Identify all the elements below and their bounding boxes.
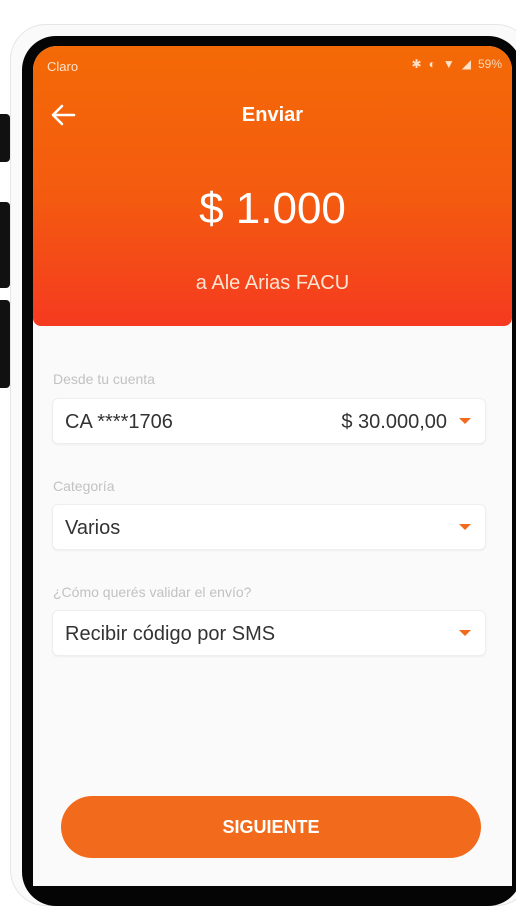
page-title: Enviar xyxy=(241,104,304,126)
status-icons: ✱ ◐ ▼ ◢ 59% xyxy=(412,57,502,71)
category-label: Categoría xyxy=(53,478,115,494)
data-saver-icon: ◐ xyxy=(428,57,436,71)
recipient-name: a Ale Arias FACU xyxy=(195,272,350,294)
bluetooth-icon: ✱ xyxy=(411,57,422,71)
wifi-icon: ▼ xyxy=(442,57,455,71)
battery-level: 59% xyxy=(477,57,502,71)
validation-select[interactable]: Recibir código por SMS xyxy=(52,610,486,656)
send-header: Claro ✱ ◐ ▼ ◢ 59% Enviar $ 1.000 a Ale A… xyxy=(33,46,512,326)
chevron-down-icon xyxy=(459,418,471,424)
chevron-down-icon xyxy=(459,630,471,636)
account-label: Desde tu cuenta xyxy=(53,371,155,387)
carrier-label: Claro xyxy=(47,59,79,74)
transfer-amount: $ 1.000 xyxy=(199,184,346,233)
next-button[interactable]: SIGUIENTE xyxy=(61,796,481,858)
chevron-down-icon xyxy=(459,524,471,530)
device-side-button-bottom xyxy=(0,300,10,388)
category-value: Varios xyxy=(65,517,121,539)
device-side-button-middle xyxy=(0,202,10,288)
account-select[interactable]: CA ****1706 $ 30.000,00 xyxy=(52,398,486,444)
account-balance: $ 30.000,00 xyxy=(341,411,447,433)
status-bar: Claro ✱ ◐ ▼ ◢ 59% xyxy=(33,46,512,82)
validation-label: ¿Cómo querés validar el envío? xyxy=(53,584,252,600)
category-select[interactable]: Varios xyxy=(52,504,486,550)
signal-icon: ◢ xyxy=(461,57,471,71)
validation-value: Recibir código por SMS xyxy=(65,623,276,645)
device-side-button-top xyxy=(0,114,10,162)
account-number: CA ****1706 xyxy=(65,411,173,433)
phone-screen: Claro ✱ ◐ ▼ ◢ 59% Enviar $ 1.000 a Ale A… xyxy=(33,46,512,886)
